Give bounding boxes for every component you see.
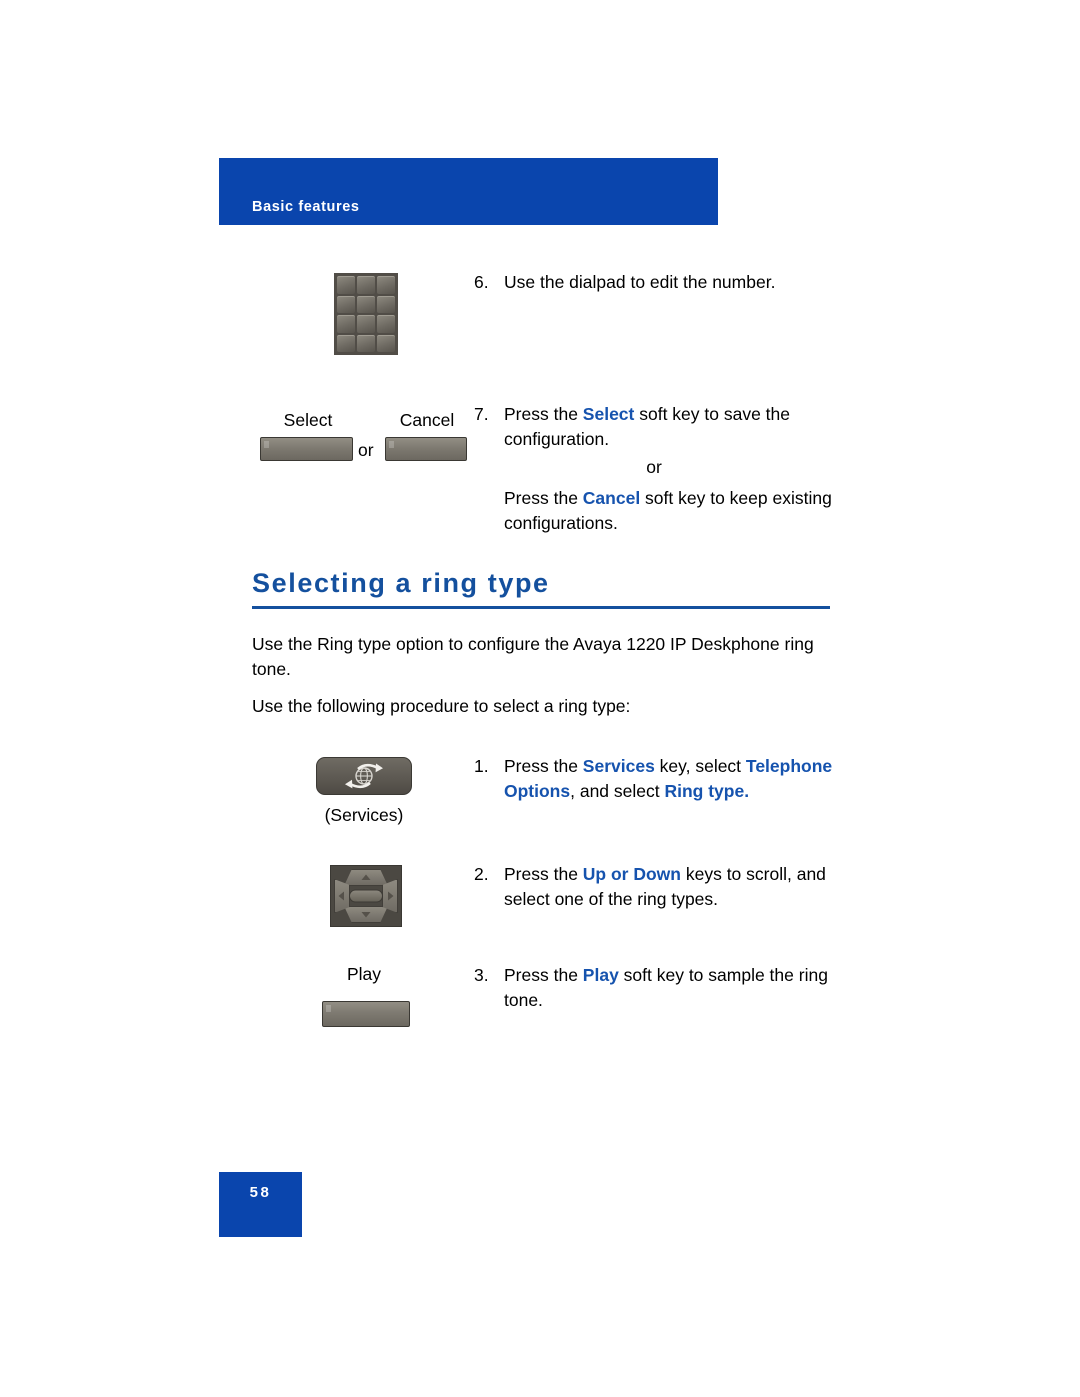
heading-divider [252,606,830,609]
services-key-graphic[interactable] [316,757,412,795]
select-softkey-label: Select [283,410,333,430]
down-arrow-icon [361,912,371,918]
step-1-number: 1. [474,756,489,776]
services-key-label: (Services) [324,805,404,825]
step-1-seg2: key, select [654,756,746,776]
keyword-cancel: Cancel [582,488,641,508]
cancel-softkey-label: Cancel [399,410,455,430]
dialpad-key [357,276,375,294]
step-7-text-part2: Press the Cancel soft key to keep existi… [504,486,834,536]
dialpad-key [377,295,395,313]
dialpad-key [357,334,375,352]
keyword-services: Services [582,756,655,776]
or-separator-keys: or [358,440,374,460]
step-3-text: Press the Play soft key to sample the ri… [504,963,834,1013]
dialpad-key [377,334,395,352]
keyword-play: Play [582,965,619,985]
step-6-number: 6. [474,272,489,292]
page-number-box: 58 [219,1172,302,1237]
step-7-pre-2: Press the [504,488,583,508]
step-1-seg1: Press the [504,756,583,776]
dialpad-key [337,276,355,294]
step-1-seg3: , and select [570,781,665,801]
step-1-text: Press the Services key, select Telephone… [504,754,834,804]
step-7-or: or [646,457,662,477]
step-6-text: Use the dialpad to edit the number. [504,272,776,292]
dialpad-key [337,334,355,352]
cancel-softkey-button[interactable] [385,437,467,461]
nav-center-select-key[interactable] [349,889,383,903]
step-3-seg1: Press the [504,965,583,985]
up-arrow-icon [361,874,371,880]
page-number: 58 [249,1184,272,1201]
navigation-cluster-graphic[interactable] [330,865,402,927]
nav-up-key[interactable] [344,869,388,886]
intro-paragraph-2: Use the following procedure to select a … [252,696,631,716]
dialpad-key [377,276,395,294]
step-7-pre: Press the [504,404,583,424]
keyword-select: Select [582,404,635,424]
select-softkey-button[interactable] [260,437,353,461]
dialpad-key [357,295,375,313]
page-header-banner: Basic features [219,158,718,225]
step-2-text: Press the Up or Down keys to scroll, and… [504,862,834,912]
dialpad-key [357,315,375,333]
step-7-text-part1: Press the Select soft key to save the co… [504,402,834,452]
page-title: Selecting a ring type [252,568,550,598]
dialpad-key [337,295,355,313]
keyword-ring-type: Ring type. [664,781,750,801]
intro-paragraph-1: Use the Ring type option to configure th… [252,634,814,679]
dialpad-graphic [334,273,398,355]
dialpad-key [377,315,395,333]
play-softkey-button[interactable] [322,1001,410,1027]
keyword-up-or-down: Up or Down [582,864,681,884]
step-2-number: 2. [474,864,489,884]
services-globe-icon [345,763,383,789]
dialpad-key [337,315,355,333]
step-2-seg1: Press the [504,864,583,884]
play-softkey-label: Play [346,964,382,984]
step-7-number: 7. [474,404,489,424]
header-title: Basic features [252,199,360,215]
nav-down-key[interactable] [344,906,388,923]
step-3-number: 3. [474,965,489,985]
